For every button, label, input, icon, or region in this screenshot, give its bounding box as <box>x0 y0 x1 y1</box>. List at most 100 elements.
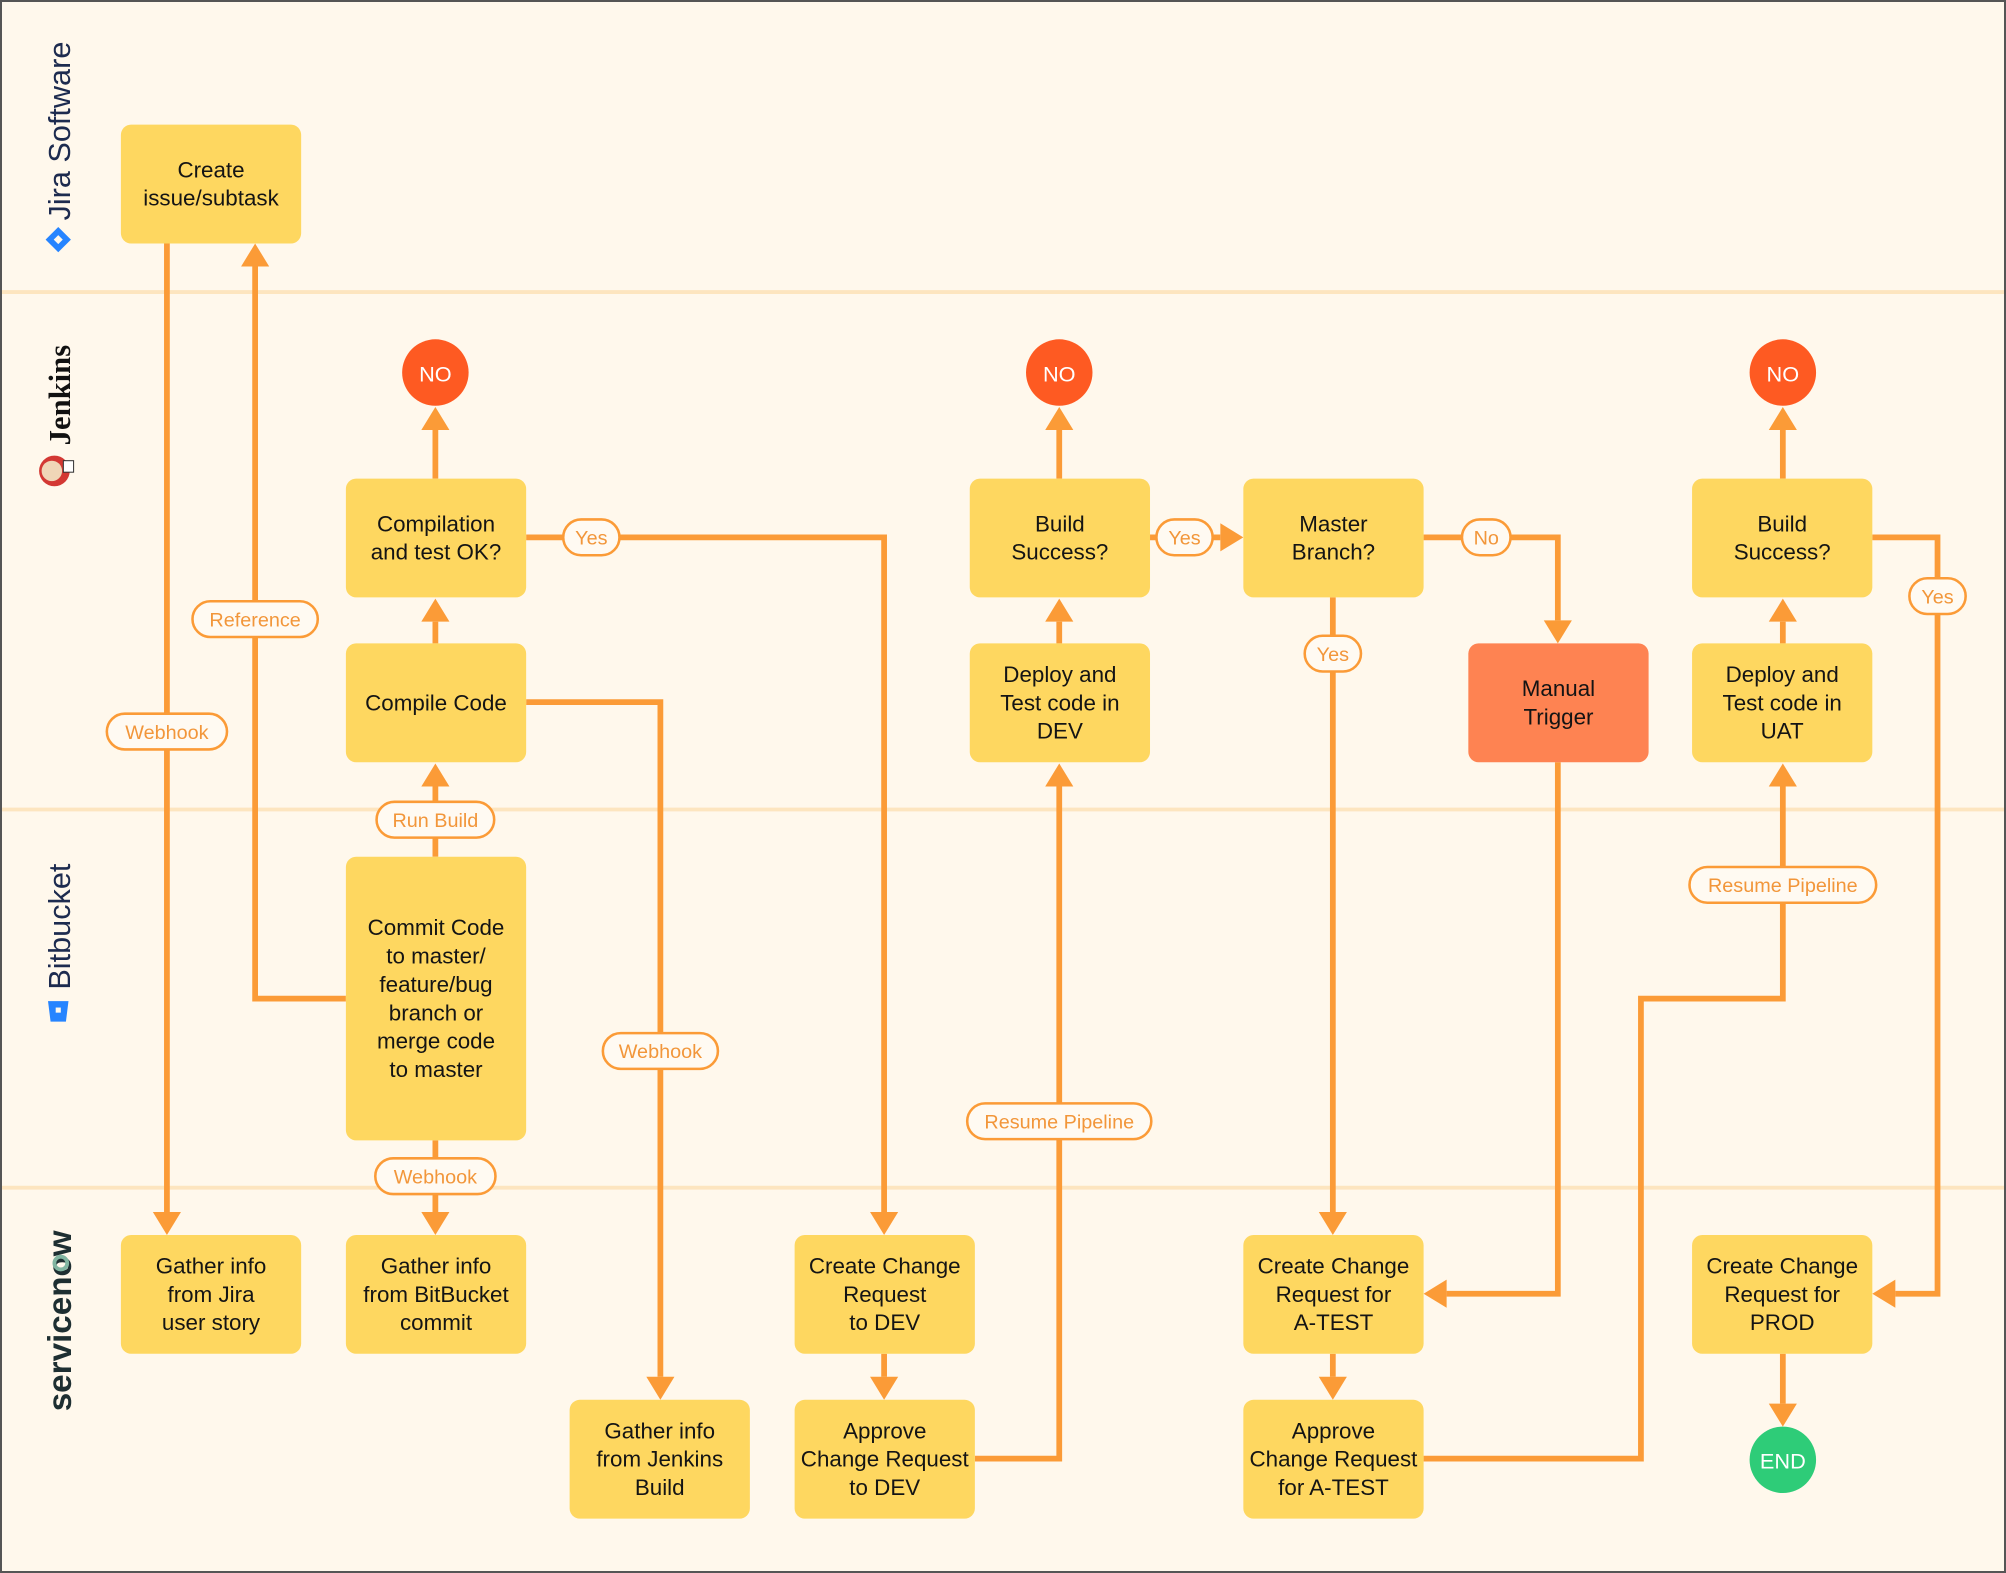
edge-line <box>526 534 887 1212</box>
terminal-no-3[interactable]: NO <box>1749 339 1817 406</box>
node-text-line: Create Change <box>1258 1254 1410 1279</box>
arrowhead-icon <box>1045 763 1074 787</box>
edge-manual-trigger-to-create-cr-atest[interactable] <box>1423 762 1561 1308</box>
node-text-line: for A-TEST <box>1278 1475 1389 1500</box>
node-text-line: user story <box>162 1310 261 1335</box>
node-text-line: issue/subtask <box>143 186 279 211</box>
edge-label-text: Webhook <box>125 722 208 744</box>
edge-label-text: Webhook <box>394 1166 477 1188</box>
node-create-cr-prod[interactable]: Create Change Request for PROD <box>1692 1234 1873 1354</box>
node-text-line: Approve <box>1292 1418 1375 1443</box>
edge-create-cr-prod-to-end[interactable] <box>1768 1353 1797 1427</box>
node-build-success-uat[interactable]: Build Success? <box>1692 478 1873 598</box>
arrowhead-icon <box>421 1211 450 1235</box>
edge-compilation-ok-to-no-1[interactable] <box>421 407 450 479</box>
arrowhead-icon <box>1045 407 1074 431</box>
edge-label-text: Run Build <box>392 810 478 832</box>
node-text-line: Branch? <box>1292 540 1375 565</box>
arrowhead-icon <box>1872 1279 1896 1308</box>
arrowhead-icon <box>241 243 270 267</box>
jenkins-butler-icon <box>39 455 75 487</box>
node-build-success-dev[interactable]: Build Success? <box>969 478 1151 598</box>
node-shape <box>120 124 302 244</box>
node-commit-code[interactable]: Commit Code to master/feature/bug branch o… <box>345 856 527 1141</box>
edge-compile-code-to-compilation-ok[interactable] <box>421 598 450 644</box>
edge-label-resume-pipeline-dev: Resume Pipeline <box>965 1102 1153 1141</box>
node-text-line: Manual <box>1522 676 1595 701</box>
edge-build-success-uat-to-create-cr-prod[interactable] <box>1872 534 1941 1308</box>
edge-master-branch-to-create-cr-atest[interactable] <box>1318 597 1347 1235</box>
node-gather-bitbucket[interactable]: Gather info from BitBucket commit <box>345 1234 527 1354</box>
edge-label-yes-compilation: Yes <box>561 518 621 557</box>
node-create-issue[interactable]: Create issue/subtask <box>120 124 302 244</box>
edge-label-webhook-jira: Webhook <box>105 712 229 751</box>
node-create-cr-dev[interactable]: Create Change Request to DEV <box>794 1234 975 1354</box>
edge-label-text: Reference <box>209 609 300 631</box>
edge-label-yes-build-uat: Yes <box>1908 576 1967 616</box>
node-text-line: Approve <box>843 1418 926 1443</box>
node-text-line: Build <box>635 1475 685 1500</box>
node-master-branch[interactable]: Master Branch? <box>1243 478 1424 598</box>
node-text-line: Trigger <box>1523 704 1594 729</box>
edge-create-cr-atest-to-approve-cr-atest[interactable] <box>1318 1353 1347 1400</box>
edge-label-text: Yes <box>1921 586 1953 608</box>
lane-header-jira: Jira Software <box>43 42 77 253</box>
node-text-line: Create Change <box>809 1254 961 1279</box>
node-text-line: Master <box>1299 511 1368 536</box>
node-text-line: Gather info <box>381 1254 492 1279</box>
edge-label-text: Resume Pipeline <box>984 1112 1134 1134</box>
node-text-line: Gather info <box>156 1254 267 1279</box>
node-manual-trigger[interactable]: Manual Trigger <box>1468 643 1649 763</box>
edge-label-reference: Reference <box>191 599 320 639</box>
edge-label-webhook-commit: Webhook <box>374 1157 497 1196</box>
node-deploy-uat[interactable]: Deploy and Test code in UAT <box>1692 643 1873 763</box>
edge-label-text: Resume Pipeline <box>1708 875 1858 897</box>
terminal-label: NO <box>1767 361 1800 386</box>
arrowhead-icon <box>1220 523 1244 552</box>
arrowhead-icon <box>1768 407 1797 431</box>
diagram-svg: Jira Software Jenkins Bitbucket servicen… <box>2 42 2004 1519</box>
node-text-line: Build <box>1035 511 1085 536</box>
node-text-line: Compilation <box>377 511 495 536</box>
edge-create-cr-dev-to-approve-cr-dev[interactable] <box>870 1353 899 1400</box>
node-compilation-ok[interactable]: Compilation and test OK? <box>345 478 527 598</box>
terminal-no-1[interactable]: NO <box>402 339 469 406</box>
edge-deploy-uat-to-build-success-uat[interactable] <box>1768 598 1797 644</box>
arrowhead-icon <box>1045 598 1074 622</box>
arrowhead-icon <box>421 598 450 622</box>
node-text-line: Change Request <box>801 1447 970 1472</box>
node-text-line: merge code <box>377 1029 495 1054</box>
node-text-line: to DEV <box>849 1310 920 1335</box>
node-text-line: Request <box>843 1282 927 1307</box>
edge-build-success-uat-to-no-3[interactable] <box>1768 407 1797 479</box>
edge-build-success-dev-to-no-2[interactable] <box>1045 407 1074 479</box>
terminal-end[interactable]: END <box>1749 1426 1817 1494</box>
edge-label-yes-build-dev: Yes <box>1155 518 1214 557</box>
node-compile-code[interactable]: Compile Code <box>345 643 527 763</box>
node-text-line: Request for <box>1724 1282 1840 1307</box>
node-gather-jira[interactable]: Gather info from Jira user story <box>120 1234 302 1354</box>
node-text-line: Success? <box>1734 540 1831 565</box>
edge-label-webhook-compile: Webhook <box>601 1031 720 1071</box>
node-text-line: commit <box>400 1310 473 1335</box>
arrowhead-icon <box>1318 1376 1347 1400</box>
arrowhead-icon <box>1768 1403 1797 1427</box>
node-text-line: Create <box>177 157 244 182</box>
node-deploy-dev[interactable]: Deploy and Test code in DEV <box>969 643 1151 763</box>
terminal-no-2[interactable]: NO <box>1026 339 1093 406</box>
node-text-line: Test code in <box>1723 690 1842 715</box>
node-text-line: Success? <box>1011 540 1108 565</box>
edge-compilation-ok-to-create-cr-dev[interactable] <box>526 534 899 1235</box>
node-approve-cr-atest[interactable]: Approve Change Request for A-TEST <box>1243 1399 1424 1519</box>
node-shape <box>1692 478 1873 598</box>
node-text-line: to master/ <box>386 944 486 969</box>
node-gather-jenkins[interactable]: Gather info from Jenkins Build <box>569 1399 750 1519</box>
node-text-line: branch or <box>389 1000 484 1025</box>
node-create-cr-atest[interactable]: Create Change Request for A-TEST <box>1243 1234 1424 1354</box>
edge-label-text: Yes <box>1317 644 1349 666</box>
node-approve-cr-dev[interactable]: Approve Change Request to DEV <box>794 1399 975 1519</box>
edge-label-resume-pipeline-uat: Resume Pipeline <box>1688 865 1878 905</box>
edge-deploy-dev-to-build-success-dev[interactable] <box>1045 598 1074 644</box>
lane-label-bitbucket: Bitbucket <box>43 863 77 990</box>
node-text-line: feature/bug <box>379 972 492 997</box>
